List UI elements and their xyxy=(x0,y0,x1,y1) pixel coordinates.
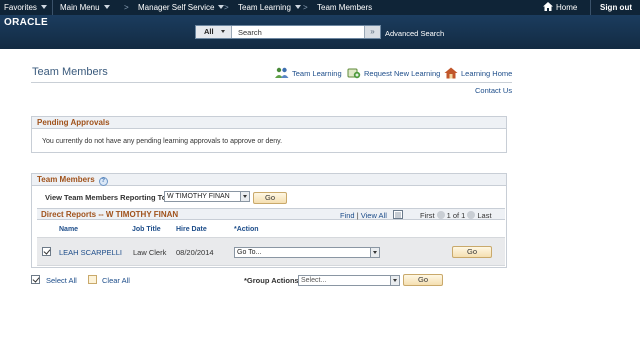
column-header-hire-date[interactable]: Hire Date xyxy=(176,226,207,233)
reporting-to-select[interactable]: W TIMOTHY FINAN xyxy=(164,191,250,202)
nav-divider xyxy=(590,0,591,15)
search-input[interactable] xyxy=(236,26,361,38)
double-chevron-right-icon: » xyxy=(370,27,375,36)
column-header-job-title[interactable]: Job Title xyxy=(132,226,161,233)
clear-all-icon[interactable] xyxy=(88,275,97,284)
breadcrumb-team-learning[interactable]: Team Learning xyxy=(238,0,301,15)
top-nav-bar: Favorites Main Menu > Manager Self Servi… xyxy=(0,0,640,15)
team-learning-link[interactable]: Team Learning xyxy=(275,67,342,79)
breadcrumb-label: Manager Self Service xyxy=(138,3,215,12)
group-actions-value: Select... xyxy=(301,277,327,284)
reporting-to-value: W TIMOTHY FINAN xyxy=(167,193,230,200)
home-icon xyxy=(543,2,553,11)
learning-home-icon xyxy=(444,67,458,79)
chevron-down-icon xyxy=(40,5,47,9)
pending-approvals-message: You currently do not have any pending le… xyxy=(42,138,283,145)
view-go-button[interactable]: Go xyxy=(253,192,287,204)
search-bar: All » xyxy=(195,25,381,39)
employee-job-title: Law Clerk xyxy=(133,248,167,257)
grid-nav-divider: | xyxy=(356,211,359,220)
chevron-down-icon xyxy=(240,192,249,201)
nav-divider xyxy=(52,0,53,15)
column-header-name[interactable]: Name xyxy=(59,226,78,233)
request-new-learning-link[interactable]: Request New Learning xyxy=(347,67,440,79)
advanced-search-link[interactable]: Advanced Search xyxy=(385,29,444,38)
breadcrumb-label: Team Learning xyxy=(238,3,291,12)
learning-home-link[interactable]: Learning Home xyxy=(444,67,512,79)
home-link[interactable]: Home xyxy=(543,0,577,15)
search-scope-label: All xyxy=(204,27,214,36)
next-page-icon[interactable] xyxy=(467,211,476,219)
row-select-checkbox[interactable] xyxy=(42,247,51,256)
favorites-label: Favorites xyxy=(4,3,37,12)
employee-hire-date: 08/20/2014 xyxy=(176,248,214,257)
row-action-select[interactable]: Go To... xyxy=(234,247,380,258)
row-go-button[interactable]: Go xyxy=(452,246,492,258)
team-members-header-label: Team Members xyxy=(37,175,95,184)
select-all-link[interactable]: Select All xyxy=(46,276,77,285)
previous-page-icon[interactable] xyxy=(436,211,445,219)
search-go-button[interactable]: » xyxy=(364,26,380,38)
chevron-down-icon xyxy=(220,30,225,33)
main-menu[interactable]: Main Menu xyxy=(60,0,110,15)
breadcrumb-separator-icon: > xyxy=(224,3,229,12)
group-actions-go-button[interactable]: Go xyxy=(403,274,443,286)
chevron-down-icon xyxy=(370,248,379,257)
select-all-icon[interactable] xyxy=(31,275,40,284)
learning-home-label: Learning Home xyxy=(461,69,513,78)
team-members-header: Team Members? xyxy=(32,174,506,186)
group-actions-label: *Group Actions xyxy=(244,276,299,285)
pending-approvals-header: Pending Approvals xyxy=(32,117,506,129)
team-learning-icon xyxy=(275,67,289,78)
home-label: Home xyxy=(556,3,578,12)
download-grid-icon[interactable] xyxy=(393,210,403,219)
breadcrumb-separator-icon: > xyxy=(124,3,129,12)
chevron-down-icon xyxy=(103,5,110,9)
grid-pager: First 1 of 1 Last xyxy=(420,211,492,220)
row-action-value: Go To... xyxy=(237,249,262,256)
team-learning-label: Team Learning xyxy=(292,69,342,78)
pending-approvals-section: Pending Approvals You currently do not h… xyxy=(31,116,507,153)
breadcrumb-team-members[interactable]: Team Members xyxy=(317,0,372,15)
oracle-logo: ORACLE xyxy=(4,17,49,28)
last-label: Last xyxy=(477,211,492,220)
grid-title: Direct Reports -- W TIMOTHY FINAN xyxy=(41,210,179,219)
breadcrumb-manager-self-service[interactable]: Manager Self Service xyxy=(138,0,225,15)
grid-find-view-all: Find | View All xyxy=(340,211,387,220)
page-title: Team Members xyxy=(32,66,108,78)
chevron-down-icon xyxy=(294,5,301,9)
grid-column-header-row xyxy=(37,224,505,236)
page-range: 1 of 1 xyxy=(446,211,466,220)
request-new-learning-label: Request New Learning xyxy=(364,69,441,78)
breadcrumb-separator-icon: > xyxy=(303,3,308,12)
view-reporting-to-label: View Team Members Reporting To xyxy=(45,193,167,202)
help-icon[interactable]: ? xyxy=(98,177,108,186)
employee-name-link[interactable]: LEAH SCARPELLI xyxy=(59,248,122,257)
grid-header-bar: Direct Reports -- W TIMOTHY FINAN Find |… xyxy=(37,208,505,220)
main-menu-label: Main Menu xyxy=(60,3,100,12)
favorites-menu[interactable]: Favorites xyxy=(4,0,47,15)
contact-us-link[interactable]: Contact Us xyxy=(475,86,512,95)
clear-all-link[interactable]: Clear All xyxy=(102,276,130,285)
find-link[interactable]: Find xyxy=(340,211,355,220)
group-actions-select[interactable]: Select... xyxy=(298,275,400,286)
column-header-action[interactable]: *Action xyxy=(234,226,259,233)
view-all-link[interactable]: View All xyxy=(361,211,387,220)
search-scope-dropdown[interactable]: All xyxy=(196,26,232,38)
first-label: First xyxy=(420,211,435,220)
chevron-down-icon xyxy=(390,276,399,285)
sign-out-link[interactable]: Sign out xyxy=(600,0,632,15)
request-learning-icon xyxy=(347,68,361,79)
title-divider xyxy=(31,82,512,83)
